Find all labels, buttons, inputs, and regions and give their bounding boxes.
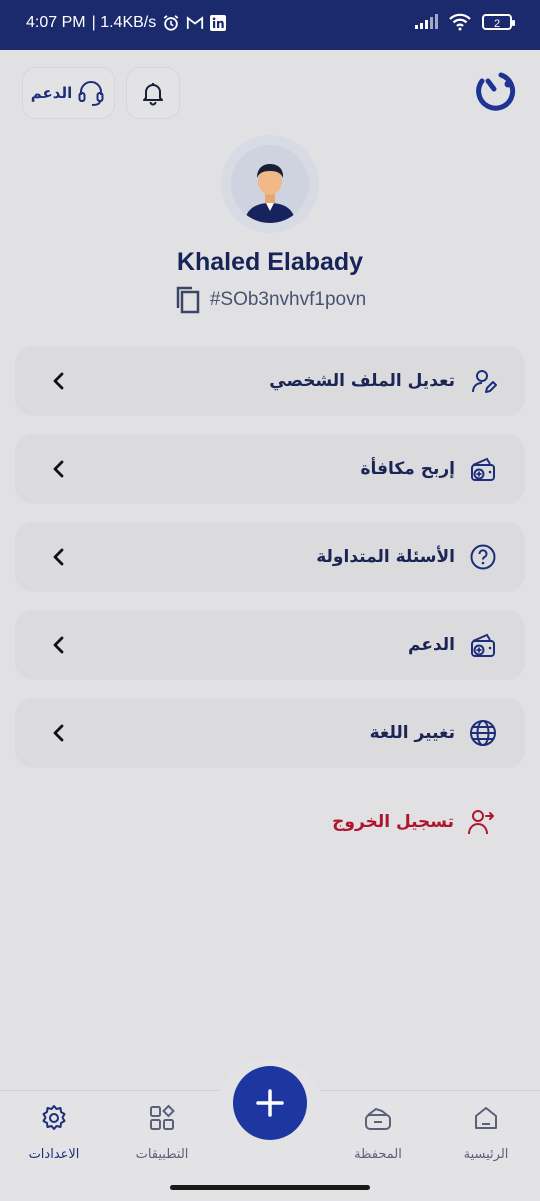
nav-wallet-label: المحفظة [354,1147,402,1162]
globe-icon [470,720,496,746]
avatar-illustration-icon [245,164,295,223]
avatar[interactable] [221,135,319,233]
battery-indicator: 2 [482,14,515,30]
nav-settings-label: الاعدادات [28,1147,80,1162]
menu-item-change-language[interactable]: تغيير اللغة [15,698,525,768]
chevron-left-icon [53,548,64,566]
signal-icon [415,14,438,29]
notifications-button[interactable] [126,67,180,119]
status-network-speed: | 1.4KB/s [91,14,157,31]
nav-item-wallet[interactable]: المحفظة [328,1103,428,1162]
add-button[interactable] [233,1066,307,1140]
chevron-left-icon [53,724,64,742]
copy-icon[interactable] [174,284,202,316]
wifi-icon [449,13,471,31]
nav-item-home[interactable]: الرئيسية [436,1103,536,1162]
profile-name: Khaled Elabady [176,248,364,276]
linkedin-icon [210,15,227,31]
nav-item-settings[interactable]: الاعدادات [4,1103,104,1162]
menu-item-earn-reward[interactable]: إربح مكافأة [15,434,525,504]
menu-item-label: الدعم [408,635,455,655]
apps-icon [150,1104,175,1130]
plus-icon [256,1089,284,1117]
question-circle-icon [470,544,496,570]
logout-user-icon [468,810,494,835]
gmail-icon [187,16,204,29]
wallet-add-icon [471,457,495,481]
menu-item-label: إربح مكافأة [360,459,455,479]
menu-item-edit-profile[interactable]: تعديل الملف الشخصي [15,346,525,416]
wallet-icon [365,1107,391,1130]
menu-item-label: الأسئلة المتداولة [316,547,455,567]
menu-item-support[interactable]: الدعم [15,610,525,680]
status-bar: 4:07 PM | 1.4KB/s 2 [0,0,540,50]
headset-icon [78,81,104,106]
menu-item-label: تعديل الملف الشخصي [269,371,455,391]
chevron-left-icon [53,636,64,654]
referral-code: #SOb3nvhvf1povn [209,289,367,310]
status-time: 4:07 PM [26,14,86,31]
user-edit-icon [472,370,497,393]
home-icon [475,1107,497,1129]
home-indicator [170,1185,370,1190]
logout-button[interactable]: تسجيل الخروج [332,805,496,839]
menu-item-label: تغيير اللغة [369,723,455,743]
logout-label: تسجيل الخروج [332,812,454,832]
chevron-left-icon [53,460,64,478]
alarm-icon [163,15,179,31]
support-button[interactable]: الدعم [22,67,115,119]
nav-item-apps[interactable]: التطبيقات [112,1103,212,1162]
bell-icon [143,83,163,106]
app-logo [476,72,516,111]
nav-apps-label: التطبيقات [135,1147,189,1162]
menu-item-faq[interactable]: الأسئلة المتداولة [15,522,525,592]
gear-icon [42,1105,66,1130]
nav-home-label: الرئيسية [463,1147,509,1162]
wallet-add-icon [471,633,495,657]
support-button-label: الدعم [30,84,73,102]
chevron-left-icon [53,372,64,390]
